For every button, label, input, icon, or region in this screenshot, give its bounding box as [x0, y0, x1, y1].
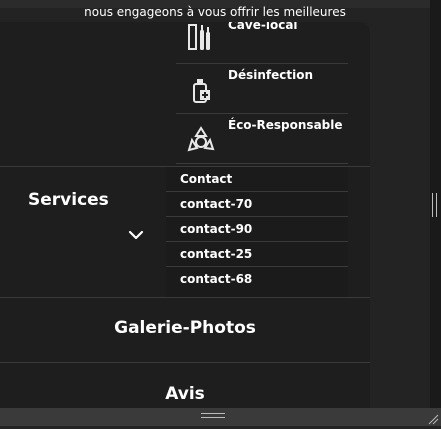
chevron-down-icon[interactable]	[128, 225, 144, 240]
divider	[0, 362, 370, 363]
wine-rack-icon	[186, 22, 216, 52]
contact-item[interactable]: contact-68	[166, 267, 348, 291]
submenu-item-cave-local[interactable]: Cave-local	[176, 22, 348, 64]
submenu-item-desinfection[interactable]: Désinfection	[176, 64, 348, 114]
contact-item[interactable]: Contact	[166, 167, 348, 192]
contact-item[interactable]: contact-90	[166, 217, 348, 242]
submenu-item-label: Éco-Responsable	[228, 118, 343, 132]
disinfection-spray-icon	[186, 76, 216, 106]
submenu-item-label: Cave-local	[228, 22, 298, 32]
contact-item[interactable]: contact-25	[166, 242, 348, 267]
divider	[0, 297, 370, 298]
contact-submenu: Contact contact-70 contact-90 contact-25…	[166, 167, 348, 297]
services-menu-item[interactable]: Services	[0, 167, 166, 297]
vertical-scroll-grip[interactable]	[432, 193, 437, 217]
resize-handle-icon[interactable]	[427, 410, 439, 425]
nav-item-avis[interactable]: Avis	[0, 384, 370, 404]
banner-text: nous engageons à vous offrir les meilleu…	[84, 5, 346, 19]
submenu-item-eco-responsable[interactable]: Éco-Responsable	[176, 114, 348, 164]
eco-recycle-icon	[186, 125, 216, 155]
products-submenu: Cave-local Désinfection Éco-Responsable	[176, 22, 348, 164]
navigation-menu-panel: Cave-local Désinfection Éco-Responsable …	[0, 22, 370, 408]
services-label: Services	[28, 190, 109, 210]
contact-item[interactable]: contact-70	[166, 192, 348, 217]
submenu-item-label: Désinfection	[228, 68, 314, 82]
horizontal-scroll-grip[interactable]	[201, 413, 225, 418]
nav-item-galerie-photos[interactable]: Galerie-Photos	[0, 318, 370, 338]
